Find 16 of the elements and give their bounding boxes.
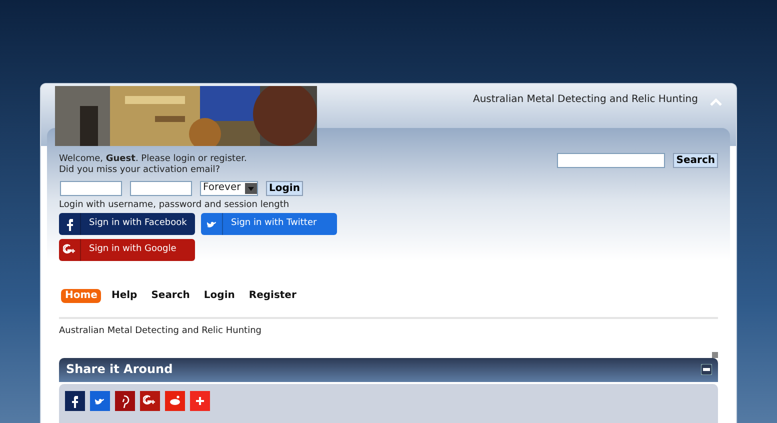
login-hint: Login with username, password and session length	[59, 200, 290, 211]
sign-in-button[interactable]: Sign in with Google	[59, 238, 195, 261]
login-button[interactable]: Login	[266, 180, 303, 196]
breadcrumb[interactable]: Australian Metal Detecting and Relic Hunting	[59, 326, 718, 338]
activation-link[interactable]: Did you miss your activation email?	[59, 165, 339, 176]
panel-title: Share it Around	[66, 362, 173, 377]
menu-tab[interactable]: Register	[244, 288, 300, 304]
menu-tab[interactable]: Help	[107, 288, 142, 304]
menu-tab[interactable]: Search	[147, 288, 194, 304]
menu-tab[interactable]: Login	[200, 288, 239, 304]
session-length-select[interactable]: Forever	[200, 180, 258, 196]
sign-in-button[interactable]: Sign in with Twitter	[201, 212, 337, 235]
welcome-text: Welcome, Guest. Please login or register.	[59, 154, 248, 165]
search-button[interactable]: Search	[673, 153, 718, 168]
sign-in-button[interactable]: Sign in with Facebook	[59, 212, 195, 235]
site-title: Australian Metal Detecting and Relic Hunting	[473, 94, 698, 107]
